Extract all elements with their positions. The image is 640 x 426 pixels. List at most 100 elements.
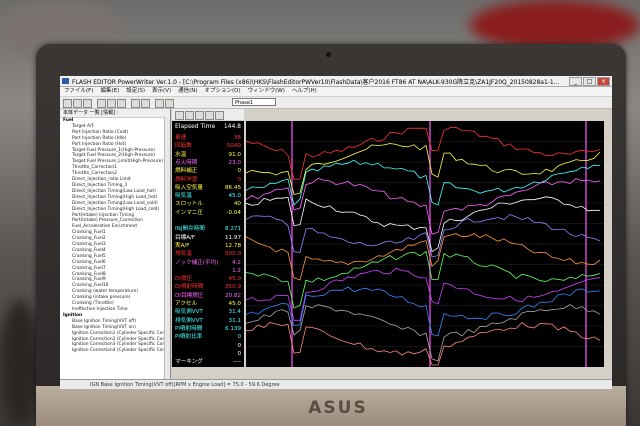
datalog-row: DI噴射時間 350.9: [175, 284, 241, 291]
datalog-value: 0: [237, 176, 241, 183]
elapsed-label: Elapsed Time: [175, 123, 216, 130]
datalog-value: 1.2: [232, 267, 241, 274]
datalog-row: 排気温 500.0: [175, 251, 241, 258]
datalog-value: 31.4: [228, 309, 241, 316]
datalog-value: 91.0: [228, 151, 241, 158]
datalog-value: 11.97: [224, 234, 241, 241]
write-icon[interactable]: [117, 99, 126, 108]
datalog-row: 車速 38: [175, 135, 241, 142]
minimize-button[interactable]: _: [569, 77, 582, 86]
datalog-value: 31.1: [228, 317, 241, 324]
graph-icon[interactable]: [131, 99, 140, 108]
tree-item[interactable]: Direct_Injection Timing(High Load_hot): [60, 195, 170, 201]
menu-edit[interactable]: 編集(E): [100, 87, 119, 96]
save-icon[interactable]: [73, 99, 82, 108]
datalog-row: マーキング ----: [175, 359, 241, 366]
menu-help[interactable]: ヘルプ(H): [292, 87, 317, 96]
datalog-row: 吸気側VVT 31.4: [175, 309, 241, 316]
tree-item[interactable]: Direct_Injection Timing(High Load_cold): [60, 207, 170, 213]
datalog-value: 45.0: [228, 193, 241, 200]
menu-settings[interactable]: 設定(S): [126, 87, 145, 96]
datalog-label: 水温: [175, 151, 187, 158]
stop-icon[interactable]: [185, 111, 194, 120]
menu-comm[interactable]: 通信(N): [178, 87, 197, 96]
datalog-value: 350.9: [224, 284, 241, 291]
phase-dropdown[interactable]: Phase1: [232, 98, 276, 106]
play-icon[interactable]: [175, 111, 184, 120]
datalog-value: 86.45: [224, 184, 241, 191]
tree-header: 本体データ 一覧 [情報] :: [60, 109, 170, 118]
datalog-value: 8.271: [224, 226, 241, 233]
title-bar: FLASH EDITOR PowerWriter Ver.1.0 - [C:\P…: [60, 76, 612, 87]
status-text: IGN Base Ignition Timing(VVT off)[RPM x …: [90, 382, 280, 388]
datalog-label: DI噴射時間: [175, 284, 204, 291]
datalog-value: 0: [237, 168, 241, 175]
close-button[interactable]: ×: [597, 77, 610, 86]
graph-trace: [245, 233, 601, 281]
datalog-label: 車速: [175, 135, 187, 141]
datalog-graph[interactable]: [245, 121, 604, 367]
menu-options[interactable]: オプション(O): [205, 87, 241, 96]
datalog-value: 4.2: [232, 259, 241, 266]
datalog-row: 燃料補正 0: [175, 168, 241, 175]
datalog-row: ノック補正(平均) 4.2: [175, 260, 241, 267]
tree-item[interactable]: Direct_Injection Timing(Low Load_hot): [60, 189, 170, 195]
read-icon[interactable]: [107, 99, 116, 108]
graph-canvas: [245, 121, 604, 367]
datalog-label: 目標A/F: [175, 234, 196, 241]
datalog-value: 12.78: [224, 242, 241, 249]
open-icon[interactable]: [63, 99, 72, 108]
tree-scrollbar[interactable]: [164, 117, 170, 381]
datalog-value: 20.82: [224, 292, 241, 299]
datalog-label: 点火時期: [175, 159, 198, 166]
datalog-label: 吸気温: [175, 193, 192, 200]
datalog-row: [175, 218, 241, 225]
app-icon: [62, 78, 69, 84]
map-tree-panel: 本体データ 一覧 [情報] : Fuel Target A/F Port Injec…: [60, 109, 171, 381]
tree-item[interactable]: Direct_Injection Timing(Low Load_cold): [60, 201, 170, 207]
webcam: [326, 52, 331, 57]
connect-icon[interactable]: [97, 99, 106, 108]
menu-view[interactable]: 表示(V): [152, 87, 171, 96]
datalog-row: 水温 91.0: [175, 152, 241, 159]
menu-window[interactable]: ウィンドウ(W): [248, 87, 285, 96]
tree-item[interactable]: Ignition Correction1 (Cylinder Specific …: [60, 331, 170, 337]
maximize-button[interactable]: □: [583, 77, 596, 86]
settings-icon[interactable]: [215, 111, 224, 120]
datalog-row: PI噴射時間 6.139: [175, 326, 241, 333]
datalog-value: 45.0: [228, 276, 241, 283]
menu-file[interactable]: ファイル(F): [64, 87, 93, 96]
datalog-value: 6.139: [224, 325, 241, 332]
datalog-label: 実A/F: [175, 242, 190, 249]
datalog-row: 実A/F 12.78: [175, 243, 241, 250]
tool2-icon[interactable]: [165, 99, 174, 108]
menu-bar: ファイル(F) 編集(E) 設定(S) 表示(V) 通信(N) オプション(O)…: [60, 87, 612, 96]
brand-logo: ASUS: [308, 398, 368, 418]
print-icon[interactable]: [83, 99, 92, 108]
log-icon[interactable]: [141, 99, 150, 108]
datalog-label: DI燃圧: [175, 276, 193, 283]
laptop-screen: FLASH EDITOR PowerWriter Ver.1.0 - [C:\P…: [60, 76, 612, 389]
record-icon[interactable]: [195, 111, 204, 120]
datalog-label: 吸気側VVT: [175, 309, 203, 316]
zoom-icon[interactable]: [205, 111, 214, 120]
graph-trace: [245, 321, 601, 366]
tool-icon[interactable]: [155, 99, 164, 108]
tree-list: Fuel Target A/F Port Injection Ratio (Cold…: [60, 118, 170, 354]
datalog-value: 40: [233, 201, 241, 208]
datalog-row: DI燃圧 45.0: [175, 276, 241, 283]
datalog-value: 0: [237, 350, 241, 357]
datalog-row: インマニ圧 -0.04: [175, 210, 241, 217]
photo-background: { "window": { "title": "FLASH EDITOR Pow…: [0, 0, 640, 426]
datalog-row: 吸気温 45.0: [175, 193, 241, 200]
datalog-row: INJ開弁時間 8.271: [175, 226, 241, 233]
datalog-label: PI噴射比率: [175, 334, 203, 341]
background-blur-red: [470, 0, 640, 50]
datalog-label: スロットル: [175, 201, 203, 208]
graph-trace: [245, 177, 601, 235]
datalog-value: 500.0: [224, 251, 241, 258]
datalog-label: PI噴射時間: [175, 325, 203, 332]
graph-trace: [245, 143, 601, 195]
window-title: FLASH EDITOR PowerWriter Ver.1.0 - [C:\P…: [72, 79, 560, 86]
tree-item[interactable]: Ignition Correction4 (Cylinder Specific …: [60, 348, 170, 354]
